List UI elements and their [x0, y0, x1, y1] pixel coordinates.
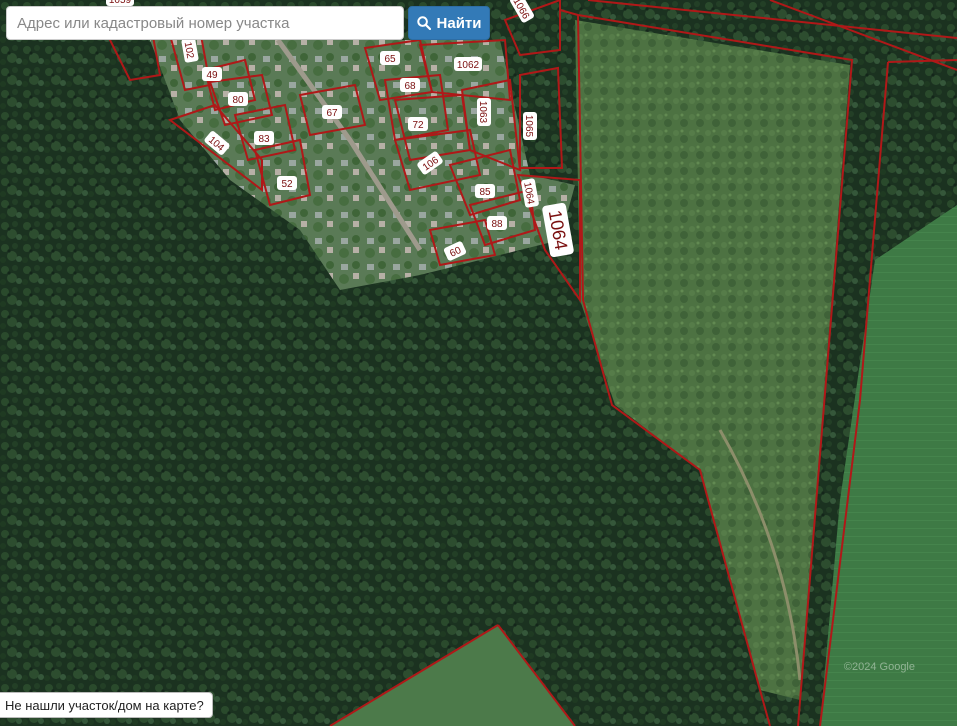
help-link[interactable]: Не нашли участок/дом на карте?	[0, 692, 213, 718]
parcel-label[interactable]: 67	[326, 108, 338, 119]
search-button-label: Найти	[436, 14, 482, 32]
search-button[interactable]: Найти	[408, 6, 490, 40]
search-input[interactable]	[6, 6, 404, 40]
parcel-label[interactable]: 72	[412, 120, 424, 131]
parcel-label[interactable]: 68	[404, 81, 416, 92]
parcel-label[interactable]: 49	[206, 70, 218, 81]
search-icon	[416, 16, 431, 30]
satellite-map[interactable]: 65 1062 49 80 68 67 72 1063 1065 104 83 …	[0, 0, 957, 726]
map-attribution: ©2024 Google	[844, 661, 915, 673]
parcel-label[interactable]: 65	[384, 54, 396, 65]
parcel-label[interactable]: 52	[281, 179, 293, 190]
parcel-label[interactable]: 80	[232, 95, 244, 106]
parcel-label[interactable]: 1062	[457, 60, 480, 71]
parcel-label[interactable]: 1065	[523, 115, 534, 138]
parcel-label[interactable]: 83	[258, 134, 270, 145]
parcel-label[interactable]: 85	[479, 187, 491, 198]
parcel-label[interactable]: 1063	[477, 101, 488, 124]
parcel-label[interactable]: 88	[491, 219, 503, 230]
